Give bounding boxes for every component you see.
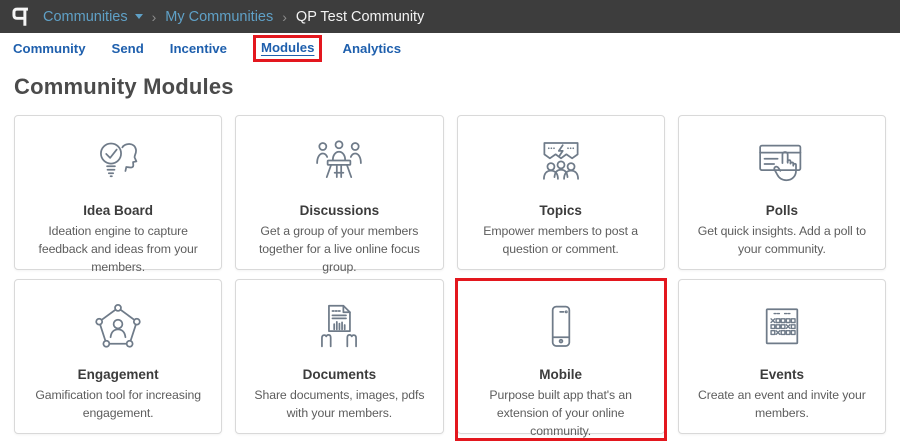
communities-menu[interactable]: Communities: [43, 9, 143, 25]
breadcrumb-current-community: QP Test Community: [296, 9, 424, 25]
tab-community[interactable]: Community: [13, 41, 86, 56]
module-card-discussions[interactable]: Discussions Get a group of your members …: [235, 115, 443, 270]
topbar: Communities › My Communities › QP Test C…: [0, 0, 900, 33]
tab-incentive[interactable]: Incentive: [170, 41, 227, 56]
module-description: Get quick insights. Add a poll to your c…: [687, 223, 877, 259]
breadcrumb-my-communities[interactable]: My Communities: [165, 9, 273, 25]
module-description: Gamification tool for increasing engagem…: [23, 387, 213, 423]
tabbar: Community Send Incentive Modules Analyti…: [0, 33, 900, 63]
tab-modules[interactable]: Modules: [261, 40, 314, 55]
module-description: Create an event and invite your members.: [687, 387, 877, 423]
breadcrumb-separator-icon: ›: [282, 9, 287, 25]
questionpro-logo[interactable]: [10, 5, 31, 29]
module-description: Purpose built app that's an extension of…: [466, 387, 656, 440]
module-grid: Idea Board Ideation engine to capture fe…: [0, 115, 900, 434]
engagement-icon: [23, 298, 213, 358]
module-title: Discussions: [244, 203, 434, 218]
module-title: Topics: [466, 203, 656, 218]
module-description: Empower members to post a question or co…: [466, 223, 656, 259]
module-description: Ideation engine to capture feedback and …: [23, 223, 213, 276]
polls-icon: [687, 134, 877, 194]
module-card-documents[interactable]: Documents Share documents, images, pdfs …: [235, 279, 443, 434]
documents-icon: [244, 298, 434, 358]
breadcrumb-separator-icon: ›: [152, 9, 157, 25]
module-title: Idea Board: [23, 203, 213, 218]
module-card-idea-board[interactable]: Idea Board Ideation engine to capture fe…: [14, 115, 222, 270]
module-card-events[interactable]: Events Create an event and invite your m…: [678, 279, 886, 434]
module-title: Documents: [244, 367, 434, 382]
mobile-icon: [466, 298, 656, 358]
breadcrumb: Communities › My Communities › QP Test C…: [43, 9, 424, 25]
topics-icon: [466, 134, 656, 194]
idea-board-icon: [23, 134, 213, 194]
tab-send[interactable]: Send: [112, 41, 144, 56]
module-title: Polls: [687, 203, 877, 218]
tab-analytics[interactable]: Analytics: [342, 41, 401, 56]
module-card-topics[interactable]: Topics Empower members to post a questio…: [457, 115, 665, 270]
communities-menu-label: Communities: [43, 9, 128, 25]
annotation-box-modules-tab: Modules: [253, 35, 322, 62]
page-title: Community Modules: [0, 63, 900, 100]
module-card-mobile[interactable]: Mobile Purpose built app that's an exten…: [457, 279, 665, 434]
module-title: Events: [687, 367, 877, 382]
discussions-icon: [244, 134, 434, 194]
module-title: Mobile: [466, 367, 656, 382]
module-card-engagement[interactable]: Engagement Gamification tool for increas…: [14, 279, 222, 434]
module-description: Get a group of your members together for…: [244, 223, 434, 276]
events-icon: [687, 298, 877, 358]
caret-down-icon: [135, 14, 143, 19]
module-card-polls[interactable]: Polls Get quick insights. Add a poll to …: [678, 115, 886, 270]
module-description: Share documents, images, pdfs with your …: [244, 387, 434, 423]
module-title: Engagement: [23, 367, 213, 382]
